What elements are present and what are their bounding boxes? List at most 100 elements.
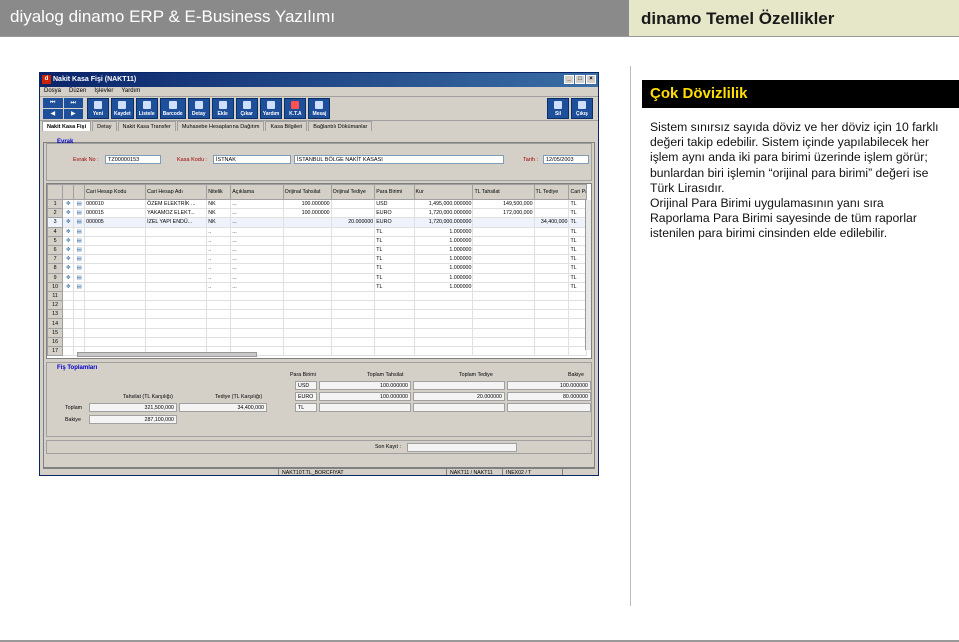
cell-tl-tediye[interactable] xyxy=(534,227,570,237)
cell-nitelik[interactable]: .. xyxy=(206,236,232,246)
empty-cell[interactable] xyxy=(374,328,415,338)
kasa-adi-field[interactable]: İSTANBUL BÖLGE NAKİT KASASI xyxy=(294,155,504,164)
cell-cari-adi[interactable] xyxy=(145,236,208,246)
empty-cell[interactable] xyxy=(230,328,284,338)
table-row[interactable]: 7 ✥ ▤..... TL 1.000000 TL xyxy=(47,254,587,265)
empty-cell[interactable] xyxy=(62,309,75,320)
cikar-button[interactable]: Çıkar xyxy=(235,98,258,119)
cell-tl-tediye[interactable] xyxy=(534,282,570,292)
menu-yardim[interactable]: Yardım xyxy=(121,88,140,95)
empty-cell[interactable] xyxy=(331,318,376,329)
cell-nitelik[interactable]: .. xyxy=(206,273,232,283)
row-detail-icon[interactable]: ▤ xyxy=(73,273,86,283)
cell-aciklama[interactable]: ... xyxy=(230,263,284,274)
row-lookup-icon[interactable]: ✥ xyxy=(62,273,75,283)
empty-cell[interactable] xyxy=(230,337,284,348)
next-record-icon[interactable]: ▶ xyxy=(63,109,83,119)
cell-para-birimi[interactable]: USD xyxy=(374,199,415,210)
empty-cell[interactable] xyxy=(374,300,415,311)
cell-kur[interactable]: 1.000000 xyxy=(414,263,474,274)
tab-muhasebe-dagitim[interactable]: Muhasebe Hesaplarına Dağıtım xyxy=(176,121,265,131)
cell-orj-tahsilat[interactable] xyxy=(283,263,332,274)
listele-button[interactable]: Listele xyxy=(135,98,158,119)
col-header-cari-adi[interactable]: Cari Hesap Adı xyxy=(145,184,208,200)
row-detail-icon[interactable]: ▤ xyxy=(73,282,86,292)
yeni-button[interactable]: Yeni xyxy=(87,98,109,119)
table-row[interactable]: 9 ✥ ▤..... TL 1.000000 TL xyxy=(47,272,587,283)
cell-para-birimi[interactable]: EURO xyxy=(374,217,415,228)
cell-nitelik[interactable]: NK xyxy=(206,199,232,210)
minimize-button[interactable]: _ xyxy=(564,75,574,84)
empty-cell[interactable] xyxy=(62,346,75,357)
empty-cell[interactable] xyxy=(62,337,75,348)
cell-tl-tahsilat[interactable] xyxy=(472,263,535,274)
cell-tl-tahsilat[interactable] xyxy=(472,217,535,228)
sil-button[interactable]: Sil xyxy=(547,98,569,119)
cell-orj-tahsilat[interactable] xyxy=(283,227,332,237)
kta-button[interactable]: K.T.A xyxy=(284,98,307,119)
empty-cell[interactable] xyxy=(472,337,535,348)
cell-orj-tahsilat[interactable]: 100.000000 xyxy=(283,199,332,210)
cell-cari-adi[interactable] xyxy=(145,282,208,292)
empty-cell[interactable] xyxy=(534,318,570,329)
cell-tl-tediye[interactable] xyxy=(534,245,570,256)
cell-tl-tahsilat[interactable] xyxy=(472,236,535,246)
col-header-kur[interactable]: Kur xyxy=(413,184,474,200)
cell-tl-tahsilat[interactable] xyxy=(472,254,535,265)
cell-cari-adi[interactable] xyxy=(145,254,208,265)
row-detail-icon[interactable]: ▤ xyxy=(73,245,86,256)
empty-cell[interactable] xyxy=(206,318,232,329)
empty-cell[interactable] xyxy=(73,337,86,348)
empty-cell[interactable] xyxy=(84,337,147,348)
empty-cell[interactable] xyxy=(73,291,86,302)
cell-aciklama[interactable]: ... xyxy=(230,217,284,228)
cell-para-birimi[interactable]: TL xyxy=(374,245,415,256)
cell-orj-tediye[interactable] xyxy=(331,263,376,274)
cell-orj-tediye[interactable] xyxy=(331,245,376,256)
row-lookup-icon[interactable]: ✥ xyxy=(62,217,75,228)
table-row[interactable]: 11 xyxy=(47,290,587,302)
empty-cell[interactable] xyxy=(145,328,208,338)
row-lookup-icon[interactable]: ✥ xyxy=(62,282,75,292)
cell-tl-tediye[interactable] xyxy=(534,273,570,283)
empty-cell[interactable] xyxy=(331,300,376,311)
empty-cell[interactable] xyxy=(206,291,232,302)
empty-cell[interactable] xyxy=(230,318,284,329)
empty-cell[interactable] xyxy=(206,337,232,348)
cell-cari-par[interactable]: TL xyxy=(568,199,587,210)
cell-para-birimi[interactable]: TL xyxy=(374,273,415,283)
table-row[interactable]: 2 ✥ ▤ 000015 YAKAMOZ ELEKT... NK... 100.000000… xyxy=(47,208,587,219)
kaydet-button[interactable]: Kaydet xyxy=(111,98,134,119)
cell-kur[interactable]: 1.000000 xyxy=(414,236,474,246)
cell-cari-adi[interactable]: ÖZEM ELEKTRİK ... xyxy=(145,199,208,210)
col-header-orj-tediye[interactable]: Orijinal Tediye xyxy=(330,184,376,200)
empty-cell[interactable] xyxy=(374,309,415,320)
row-detail-icon[interactable]: ▤ xyxy=(73,199,86,210)
cell-tl-tediye[interactable] xyxy=(534,236,570,246)
cell-cari-adi[interactable] xyxy=(145,227,208,237)
cell-para-birimi[interactable]: EURO xyxy=(374,208,415,219)
cell-para-birimi[interactable]: TL xyxy=(374,254,415,265)
cell-orj-tahsilat[interactable] xyxy=(283,273,332,283)
empty-cell[interactable] xyxy=(84,318,147,329)
tab-detay[interactable]: Detay xyxy=(92,121,117,131)
tab-nakit-kasa-fisi[interactable]: Nakit Kasa Fişi xyxy=(42,121,92,131)
empty-cell[interactable] xyxy=(145,309,208,320)
cell-kur[interactable]: 1.000000 xyxy=(414,227,474,237)
cikis-button[interactable]: Çıkış xyxy=(571,98,593,119)
table-row[interactable]: 13 xyxy=(47,309,587,320)
cell-cari-kod[interactable]: 000010 xyxy=(84,199,147,210)
cell-cari-kod[interactable] xyxy=(84,254,147,265)
ekle-button[interactable]: Ekle xyxy=(211,98,234,119)
cell-tl-tahsilat[interactable]: 172,000,000 xyxy=(472,208,535,219)
cell-kur[interactable]: 1.000000 xyxy=(414,273,474,283)
cell-cari-kod[interactable] xyxy=(84,236,147,246)
empty-cell[interactable] xyxy=(568,337,587,348)
empty-cell[interactable] xyxy=(374,337,415,348)
cell-orj-tediye[interactable] xyxy=(331,208,376,219)
table-row[interactable]: 14 xyxy=(47,318,587,329)
cell-nitelik[interactable]: .. xyxy=(206,227,232,237)
table-row[interactable]: 6 ✥ ▤..... TL 1.000000 TL xyxy=(47,244,587,256)
col-header-nitelik[interactable]: Nitelik xyxy=(206,184,232,200)
cell-cari-kod[interactable] xyxy=(84,282,147,292)
